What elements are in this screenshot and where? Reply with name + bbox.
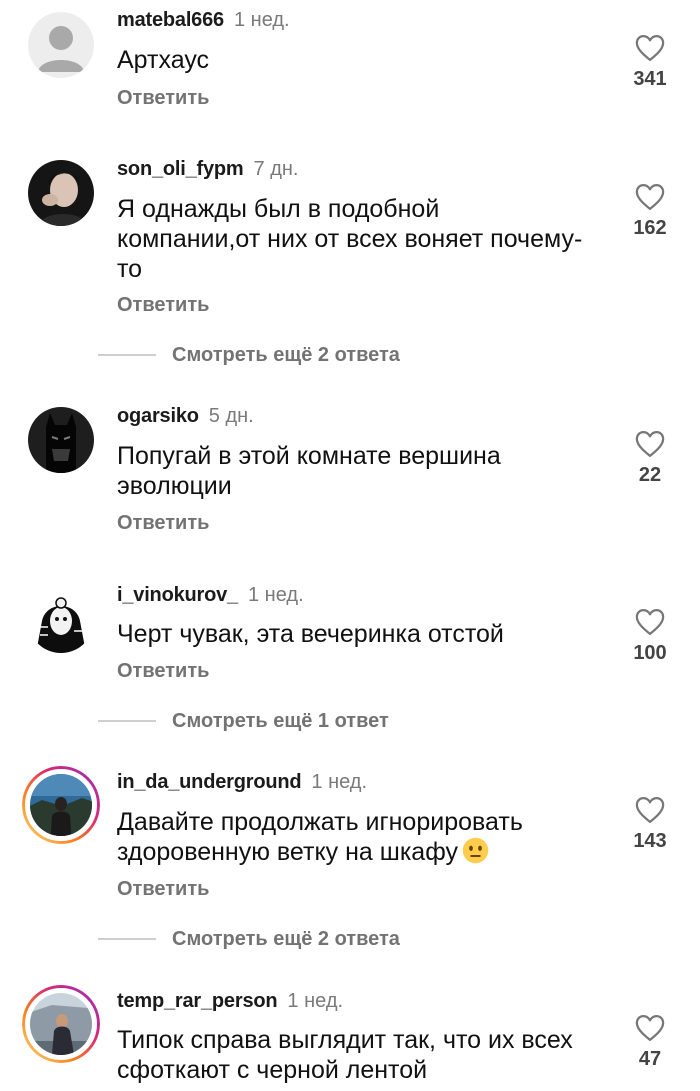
timestamp: 7 дн. bbox=[253, 158, 299, 180]
username[interactable]: i_vinokurov_ bbox=[117, 584, 238, 606]
comment-text: Артхаус bbox=[117, 46, 210, 74]
reply-button[interactable]: Ответить bbox=[117, 512, 209, 535]
like-count: 143 bbox=[633, 830, 667, 852]
heart-icon bbox=[635, 431, 665, 457]
person-car-photo bbox=[22, 985, 100, 1063]
landscape-person-photo bbox=[22, 766, 100, 844]
default-user-icon bbox=[28, 12, 94, 78]
comment-text: Давайте продолжать игнорировать здоровен… bbox=[117, 807, 587, 867]
reply-button[interactable]: Ответить bbox=[117, 878, 209, 901]
comment-text: Я однажды был в подобной компании,от них… bbox=[117, 195, 583, 283]
username[interactable]: matebal666 bbox=[117, 9, 224, 31]
person-photo bbox=[28, 160, 94, 226]
comment-header: i_vinokurov_ 1 нед. bbox=[117, 584, 304, 607]
divider bbox=[98, 354, 156, 356]
heart-icon bbox=[635, 797, 665, 823]
view-more-replies-label: Смотреть ещё 1 ответ bbox=[172, 709, 389, 732]
username[interactable]: ogarsiko bbox=[117, 405, 199, 427]
batman-photo bbox=[28, 407, 94, 473]
heart-icon bbox=[635, 35, 665, 61]
comment-text: Попугай в этой комнате вершина эволюции bbox=[117, 442, 501, 500]
neutral-face-emoji bbox=[462, 837, 489, 864]
view-more-replies[interactable]: Смотреть ещё 2 ответа bbox=[98, 342, 400, 368]
avatar[interactable] bbox=[22, 985, 100, 1063]
heart-icon bbox=[635, 609, 665, 635]
like-count: 22 bbox=[638, 464, 662, 486]
view-more-replies-label: Смотреть ещё 2 ответа bbox=[172, 927, 400, 950]
comment-text: Черт чувак, эта вечеринка отстой bbox=[117, 620, 504, 648]
timestamp: 1 нед. bbox=[233, 9, 290, 31]
username[interactable]: temp_rar_person bbox=[117, 990, 278, 1012]
like-button[interactable]: 100 bbox=[620, 608, 680, 665]
like-button[interactable]: 341 bbox=[620, 34, 680, 91]
comment-header: in_da_underground 1 нед. bbox=[117, 771, 367, 794]
view-more-replies[interactable]: Смотреть ещё 2 ответа bbox=[98, 926, 400, 952]
comment-header: ogarsiko 5 дн. bbox=[117, 405, 254, 428]
divider bbox=[98, 720, 156, 722]
username[interactable]: son_oli_fypm bbox=[117, 158, 244, 180]
avatar[interactable] bbox=[22, 766, 100, 844]
comment-header: son_oli_fypm 7 дн. bbox=[117, 158, 298, 181]
divider bbox=[98, 938, 156, 940]
masked-figure-photo bbox=[28, 587, 94, 653]
timestamp: 5 дн. bbox=[208, 405, 254, 427]
like-count: 47 bbox=[638, 1048, 662, 1070]
like-button[interactable]: 47 bbox=[620, 1014, 680, 1071]
reply-button[interactable]: Ответить bbox=[117, 660, 209, 683]
timestamp: 1 нед. bbox=[247, 584, 304, 606]
avatar[interactable] bbox=[28, 407, 94, 473]
timestamp: 1 нед. bbox=[311, 771, 368, 793]
view-more-replies[interactable]: Смотреть ещё 1 ответ bbox=[98, 708, 389, 734]
avatar[interactable] bbox=[28, 160, 94, 226]
comment-header: matebal666 1 нед. bbox=[117, 9, 290, 32]
like-button[interactable]: 143 bbox=[620, 796, 680, 853]
username[interactable]: in_da_underground bbox=[117, 771, 302, 793]
timestamp: 1 нед. bbox=[287, 990, 344, 1012]
comment-header: temp_rar_person 1 нед. bbox=[117, 990, 343, 1013]
like-count: 341 bbox=[633, 68, 667, 90]
reply-button[interactable]: Ответить bbox=[117, 294, 209, 317]
reply-button[interactable]: Ответить bbox=[117, 87, 209, 110]
avatar[interactable] bbox=[28, 12, 94, 78]
avatar[interactable] bbox=[28, 587, 94, 653]
view-more-replies-label: Смотреть ещё 2 ответа bbox=[172, 343, 400, 366]
like-count: 100 bbox=[633, 642, 667, 664]
like-button[interactable]: 162 bbox=[620, 183, 680, 240]
like-button[interactable]: 22 bbox=[620, 430, 680, 487]
comment-text: Типок справа выглядит так, что их всех с… bbox=[117, 1026, 573, 1084]
like-count: 162 bbox=[633, 217, 667, 239]
heart-icon bbox=[635, 1015, 665, 1041]
heart-icon bbox=[635, 184, 665, 210]
